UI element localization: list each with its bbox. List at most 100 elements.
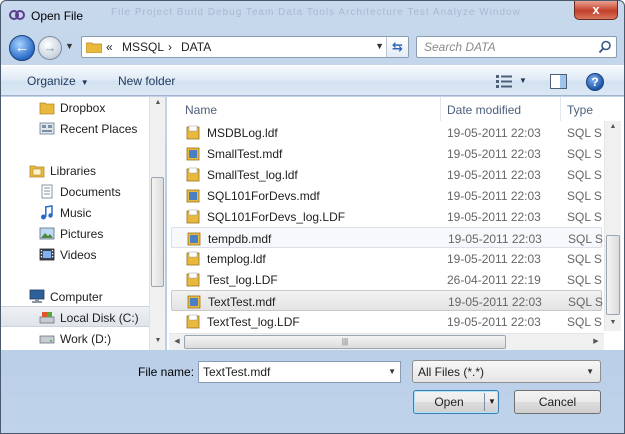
- visual-studio-icon: [9, 10, 25, 20]
- address-overflow[interactable]: «: [106, 40, 113, 54]
- breadcrumb-data[interactable]: DATA: [181, 40, 211, 54]
- nav-item-dropbox[interactable]: Dropbox: [1, 97, 151, 118]
- file-name: TextTest_log.LDF: [207, 315, 300, 329]
- address-bar[interactable]: « MSSQL › DATA ▼ ⇆: [81, 36, 409, 58]
- scroll-left-arrow-icon[interactable]: ◀: [170, 337, 184, 345]
- file-type-filter[interactable]: All Files (*.*) ▼: [412, 360, 601, 383]
- file-list-horizontal-scrollbar[interactable]: ◀ ||| ▶: [169, 333, 604, 350]
- nav-item-label: Local Disk (C:): [60, 311, 139, 325]
- file-type: SQL Se: [567, 168, 602, 182]
- file-row[interactable]: templog.ldf 19-05-2011 22:03 SQL Se: [171, 248, 602, 269]
- file-type: SQL Se: [567, 210, 602, 224]
- file-row[interactable]: TextTest_log.LDF 19-05-2011 22:03 SQL Se: [171, 311, 602, 332]
- scroll-down-arrow-icon[interactable]: ▼: [151, 337, 165, 344]
- file-row[interactable]: SQL101ForDevs.mdf 19-05-2011 22:03 SQL S…: [171, 185, 602, 206]
- file-name-dropdown-icon[interactable]: ▼: [388, 367, 396, 376]
- nav-item-documents[interactable]: Documents: [1, 181, 151, 202]
- nav-item-recent-places[interactable]: Recent Places: [1, 118, 151, 139]
- file-name: tempdb.mdf: [208, 232, 272, 246]
- file-name: SQL101ForDevs_log.LDF: [207, 210, 346, 224]
- scrollbar-thumb[interactable]: |||: [184, 335, 506, 349]
- file-row[interactable]: tempdb.mdf 19-05-2011 22:03 SQL Se: [171, 227, 603, 248]
- file-date: 26-04-2011 22:19: [447, 273, 541, 287]
- file-type: SQL Se: [567, 315, 602, 329]
- scroll-up-arrow-icon[interactable]: ▲: [151, 99, 165, 106]
- scroll-down-arrow-icon[interactable]: ▼: [606, 319, 620, 326]
- column-header-date-modified[interactable]: Date modified: [441, 97, 561, 121]
- address-dropdown[interactable]: ▼: [375, 41, 384, 51]
- organize-button[interactable]: Organize ▼: [27, 74, 89, 88]
- open-options-dropdown-icon[interactable]: ▼: [488, 391, 496, 413]
- nav-item-label: Music: [60, 206, 92, 220]
- scroll-right-arrow-icon[interactable]: ▶: [589, 337, 603, 345]
- nav-item-pictures[interactable]: Pictures: [1, 223, 151, 244]
- view-options-dropdown[interactable]: ▼: [519, 76, 527, 85]
- file-name: MSDBLog.ldf: [207, 126, 278, 140]
- database-file-icon: [186, 147, 200, 161]
- nav-item-label: Documents: [60, 185, 121, 199]
- nav-item-computer[interactable]: Computer: [1, 286, 151, 307]
- nav-item-work-d[interactable]: Work (D:): [1, 328, 151, 349]
- file-date: 19-05-2011 22:03: [447, 147, 541, 161]
- file-date: 19-05-2011 22:03: [448, 295, 542, 309]
- command-toolbar: Organize ▼ New folder ▼ ?: [1, 65, 624, 96]
- back-button[interactable]: ←: [9, 35, 35, 61]
- file-list: ▲ Name Date modified Type MSDBLog.ldf 19…: [167, 97, 624, 350]
- change-view-icon[interactable]: [496, 75, 512, 88]
- nav-item-music[interactable]: Music: [1, 202, 151, 223]
- recent-locations-dropdown[interactable]: ▼: [65, 41, 74, 51]
- folder-icon: [39, 102, 55, 115]
- file-row-selected[interactable]: TextTest.mdf 19-05-2011 22:03 SQL Se: [171, 290, 603, 311]
- refresh-button[interactable]: ⇆: [386, 37, 408, 57]
- search-icon[interactable]: [598, 40, 612, 54]
- breadcrumb-mssql[interactable]: MSSQL: [122, 40, 164, 54]
- window-title: Open File: [31, 9, 84, 23]
- close-button[interactable]: x: [574, 1, 618, 20]
- forward-button[interactable]: →: [38, 36, 62, 60]
- file-date: 19-05-2011 22:03: [447, 210, 541, 224]
- nav-item-label: Pictures: [60, 227, 104, 241]
- file-list-scrollbar[interactable]: ▲ ▼: [604, 121, 621, 331]
- file-date: 19-05-2011 22:03: [447, 315, 541, 329]
- breadcrumb-separator[interactable]: ›: [168, 40, 172, 54]
- local-disk-icon: [39, 312, 55, 324]
- libraries-icon: [29, 165, 45, 178]
- file-type: SQL Se: [567, 273, 602, 287]
- file-name: templog.ldf: [207, 252, 266, 266]
- nav-item-local-disk-c[interactable]: Local Disk (C:): [1, 306, 151, 327]
- documents-icon: [41, 184, 53, 199]
- nav-item-label: Computer: [50, 290, 103, 304]
- search-input[interactable]: Search DATA: [424, 40, 496, 54]
- file-row[interactable]: SQL101ForDevs_log.LDF 19-05-2011 22:03 S…: [171, 206, 602, 227]
- new-folder-button[interactable]: New folder: [118, 74, 175, 88]
- background-menu-ghost: File Project Build Debug Team Data Tools…: [111, 7, 521, 18]
- help-icon[interactable]: ?: [586, 73, 604, 91]
- nav-item-label: Recent Places: [60, 122, 138, 136]
- file-row[interactable]: SmallTest.mdf 19-05-2011 22:03 SQL Se: [171, 143, 602, 164]
- nav-pane-scrollbar[interactable]: ▲ ▼: [149, 97, 165, 350]
- search-box[interactable]: Search DATA: [416, 36, 617, 58]
- scroll-up-arrow-icon[interactable]: ▲: [606, 123, 620, 130]
- file-name-value: TextTest.mdf: [203, 365, 271, 379]
- nav-item-videos[interactable]: Videos: [1, 244, 151, 265]
- title-bar[interactable]: Open File File Project Build Debug Team …: [1, 1, 624, 31]
- file-row[interactable]: SmallTest_log.ldf 19-05-2011 22:03 SQL S…: [171, 164, 602, 185]
- scrollbar-thumb[interactable]: [606, 235, 620, 315]
- column-header-name[interactable]: Name: [179, 97, 441, 121]
- pictures-icon: [39, 227, 55, 240]
- column-header-type[interactable]: Type: [561, 97, 611, 121]
- file-name-input[interactable]: TextTest.mdf ▼: [198, 361, 401, 383]
- file-row[interactable]: MSDBLog.ldf 19-05-2011 22:03 SQL Se: [171, 122, 602, 143]
- videos-icon: [39, 248, 55, 261]
- open-button[interactable]: Open ▼: [413, 390, 499, 414]
- cancel-button[interactable]: Cancel: [514, 390, 601, 414]
- nav-item-label: Work (D:): [60, 332, 112, 346]
- log-file-icon: [186, 251, 200, 266]
- scrollbar-thumb[interactable]: [151, 177, 164, 287]
- nav-item-libraries[interactable]: Libraries: [1, 160, 151, 181]
- preview-pane-icon[interactable]: [550, 74, 567, 89]
- filter-dropdown-icon: ▼: [586, 367, 594, 376]
- folder-icon: [86, 42, 102, 53]
- file-name: SmallTest_log.ldf: [207, 168, 298, 182]
- file-row[interactable]: Test_log.LDF 26-04-2011 22:19 SQL Se: [171, 269, 602, 290]
